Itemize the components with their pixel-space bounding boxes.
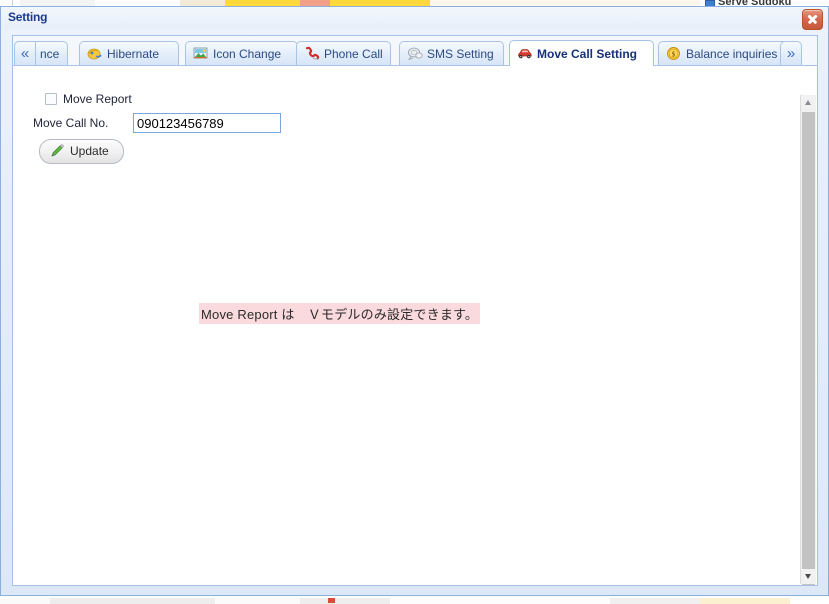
svg-text:$: $ — [672, 51, 676, 59]
tab-icon-change[interactable]: Icon Change — [185, 41, 298, 65]
move-report-checkbox[interactable] — [45, 93, 57, 105]
tab-label: nce — [40, 46, 60, 61]
update-button-label: Update — [70, 144, 109, 158]
move-call-no-input[interactable] — [133, 113, 281, 133]
hibernate-icon — [87, 46, 103, 61]
move-report-notice: Move Report は Ｖモデルのみ設定できます。 — [199, 303, 481, 324]
chevron-right-double-icon: » — [786, 45, 796, 62]
pencil-icon — [50, 144, 64, 158]
tab-label: Hibernate — [107, 46, 160, 61]
update-button[interactable]: Update — [39, 138, 124, 164]
chevron-left-double-icon: « — [20, 45, 30, 62]
tab-label: Icon Change — [213, 46, 282, 61]
tab-scroll-prev-icon[interactable]: « — [14, 41, 36, 65]
move-call-form: Move Report Move Call No. 090123456789 U… — [33, 88, 281, 164]
tab-label: Balance inquiries — [686, 46, 778, 61]
close-icon[interactable] — [802, 9, 823, 30]
caret-up-icon[interactable] — [801, 95, 816, 110]
caret-down-icon[interactable] — [801, 569, 816, 584]
car-icon — [517, 46, 533, 61]
tab-hibernate[interactable]: Hibernate — [79, 41, 179, 65]
tab-label: SMS Setting — [427, 46, 494, 61]
setting-window: Setting « nce Hibernate Icon Change Phon… — [0, 6, 829, 596]
background-bottom-marker — [328, 598, 335, 603]
tab-scroll-next-icon[interactable]: » — [780, 41, 802, 65]
move-call-no-row: Move Call No. — [33, 112, 281, 134]
tab-panel: « nce Hibernate Icon Change Phone Call S… — [12, 35, 818, 586]
scrollbar-thumb[interactable] — [802, 112, 815, 585]
update-row: Update — [33, 138, 281, 164]
sms-icon — [407, 46, 423, 61]
move-report-label: Move Report — [63, 92, 132, 106]
window-title-bar: Setting — [1, 7, 828, 30]
tab-sms-setting[interactable]: SMS Setting — [399, 41, 504, 65]
tab-move-call-setting[interactable]: Move Call Setting — [509, 40, 654, 66]
coin-icon: $ — [666, 46, 682, 61]
move-call-no-label: Move Call No. — [33, 116, 109, 130]
phone-icon — [304, 46, 320, 61]
page-title: Setting — [8, 10, 48, 24]
vertical-scrollbar[interactable] — [800, 95, 816, 585]
tab-label: Move Call Setting — [537, 46, 638, 61]
tab-content-panel: Move Report Move Call No. 090123456789 U… — [13, 65, 817, 585]
tab-strip: « nce Hibernate Icon Change Phone Call S… — [13, 36, 817, 66]
tab-phone-call[interactable]: Phone Call — [296, 41, 391, 65]
background-bottom-strip — [0, 598, 829, 604]
move-report-row: Move Report — [33, 88, 281, 110]
tab-label: Phone Call — [324, 46, 383, 61]
image-icon — [193, 46, 209, 61]
